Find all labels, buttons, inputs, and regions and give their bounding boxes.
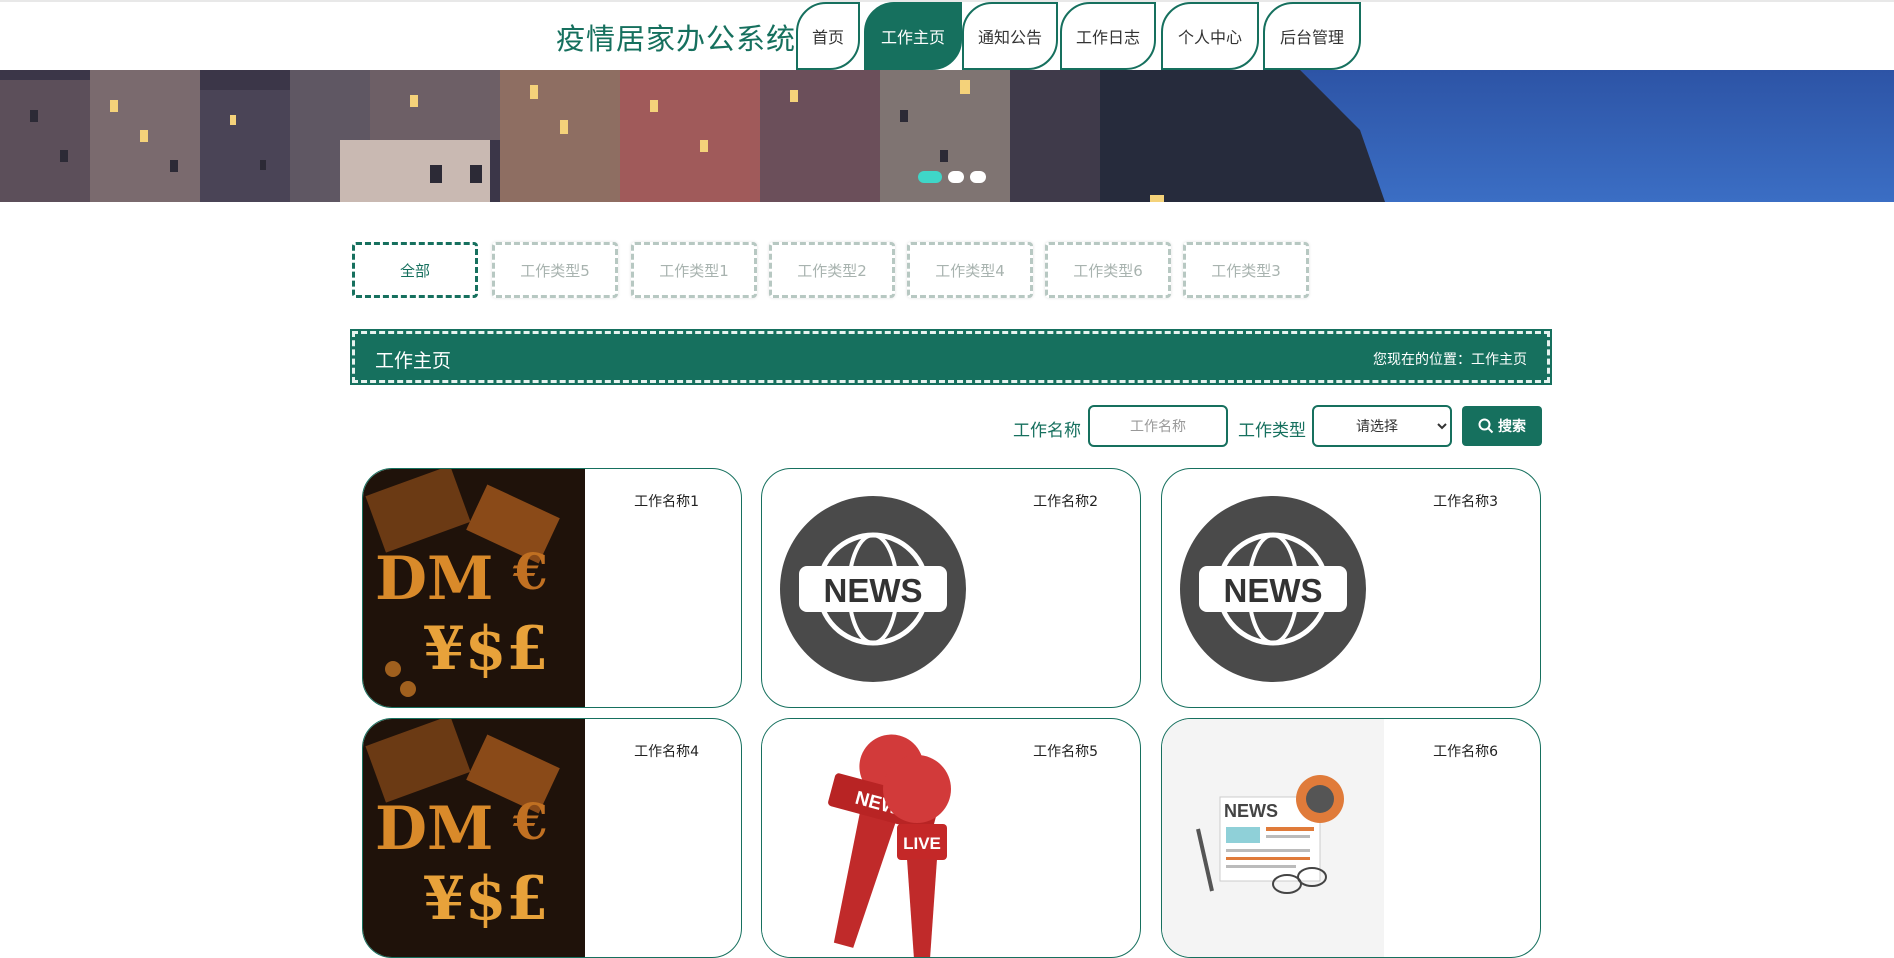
section-header: 工作主页 您现在的位置：工作主页 <box>350 329 1552 385</box>
work-card-title: 工作名称4 <box>634 744 699 760</box>
work-card-title: 工作名称3 <box>1433 494 1498 510</box>
svg-text:LIVE: LIVE <box>903 834 941 853</box>
banner-carousel[interactable] <box>0 70 1894 202</box>
work-card-title: 工作名称6 <box>1433 744 1498 760</box>
svg-text:€: € <box>512 792 548 851</box>
header: 疫情居家办公系统 首页 工作主页 通知公告 工作日志 个人中心 后台管理 <box>0 2 1894 70</box>
work-card-1[interactable]: DM ¥$£ € 工作名称1 <box>362 468 742 708</box>
svg-text:NEWS: NEWS <box>1224 801 1278 821</box>
work-card-title: 工作名称5 <box>1033 744 1098 760</box>
work-card-title: 工作名称1 <box>634 494 699 510</box>
category-type-5[interactable]: 工作类型5 <box>492 242 618 298</box>
work-type-select[interactable]: 请选择 <box>1312 405 1452 447</box>
section-title: 工作主页 <box>375 350 452 372</box>
banner-image <box>0 70 1894 202</box>
category-all[interactable]: 全部 <box>352 242 478 298</box>
category-type-2[interactable]: 工作类型2 <box>769 242 895 298</box>
category-type-6[interactable]: 工作类型6 <box>1045 242 1171 298</box>
work-name-label: 工作名称 <box>1013 421 1081 441</box>
nav-work-home[interactable]: 工作主页 <box>864 2 962 70</box>
work-card-2[interactable]: NEWS 工作名称2 <box>761 468 1141 708</box>
work-card-6[interactable]: NEWS 工作名称6 <box>1161 718 1541 958</box>
nav-admin[interactable]: 后台管理 <box>1263 2 1361 70</box>
work-card-5[interactable]: NEWS LIVE 工作名称5 <box>761 718 1141 958</box>
work-card-title: 工作名称2 <box>1033 494 1098 510</box>
search-button-label: 搜索 <box>1498 419 1526 435</box>
nav-home[interactable]: 首页 <box>796 2 860 70</box>
work-name-input[interactable] <box>1088 405 1228 447</box>
category-type-4[interactable]: 工作类型4 <box>907 242 1033 298</box>
svg-text:€: € <box>512 542 548 601</box>
newspaper-coffee-image: NEWS <box>1162 719 1384 957</box>
nav-notices[interactable]: 通知公告 <box>962 2 1058 70</box>
news-globe-image: NEWS <box>1162 469 1384 707</box>
search-icon <box>1478 418 1494 434</box>
breadcrumb: 您现在的位置：工作主页 <box>1373 352 1527 368</box>
work-type-label: 工作类型 <box>1238 421 1306 441</box>
site-title: 疫情居家办公系统 <box>556 22 797 56</box>
svg-text:DM: DM <box>375 544 493 614</box>
carousel-dot-3[interactable] <box>970 171 986 183</box>
news-live-microphone-image: NEWS LIVE <box>762 719 984 957</box>
work-card-4[interactable]: DM ¥$£ € 工作名称4 <box>362 718 742 958</box>
nav-work-log[interactable]: 工作日志 <box>1060 2 1156 70</box>
nav-personal-center[interactable]: 个人中心 <box>1161 2 1259 70</box>
svg-text:NEWS: NEWS <box>824 572 923 609</box>
svg-text:¥$£: ¥$£ <box>423 614 548 684</box>
category-type-3[interactable]: 工作类型3 <box>1183 242 1309 298</box>
currency-symbols-image: DM ¥$£ € <box>363 719 585 957</box>
news-globe-image: NEWS <box>762 469 984 707</box>
svg-text:¥$£: ¥$£ <box>423 864 548 934</box>
currency-symbols-image: DM ¥$£ € <box>363 469 585 707</box>
category-type-1[interactable]: 工作类型1 <box>631 242 757 298</box>
search-button[interactable]: 搜索 <box>1462 406 1542 446</box>
carousel-dot-2[interactable] <box>948 171 964 183</box>
svg-text:DM: DM <box>375 794 493 864</box>
carousel-dot-1[interactable] <box>918 171 942 183</box>
work-card-3[interactable]: NEWS 工作名称3 <box>1161 468 1541 708</box>
svg-text:NEWS: NEWS <box>1224 572 1323 609</box>
